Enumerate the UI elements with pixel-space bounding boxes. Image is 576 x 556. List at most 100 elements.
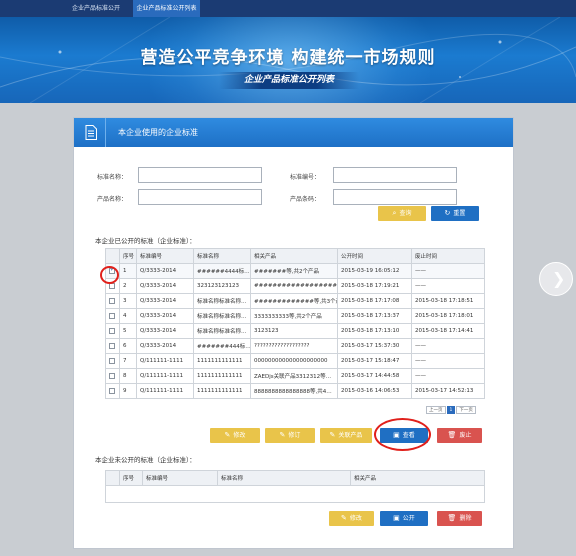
row-product: #############等,共3个产品 — [250, 293, 338, 309]
row-name: 标准名称标准名称… — [193, 323, 251, 339]
row-checkbox-cell — [105, 368, 120, 384]
header-publish-time: 公开时间 — [337, 248, 412, 264]
banner-subtitle: 企业产品标准公开列表 — [219, 72, 359, 89]
row-checkbox[interactable] — [109, 372, 115, 379]
row-name: 1111111111111 — [193, 368, 251, 384]
highlight-circle-checkbox — [100, 266, 119, 284]
delete-button[interactable]: 🗑 删除 — [437, 511, 482, 526]
product-name-input[interactable] — [138, 189, 262, 205]
row-publish-time: 2015-03-17 15:37:30 — [337, 338, 412, 354]
row-publish-time: 2015-03-18 17:19:21 — [337, 278, 412, 294]
row-no: 4 — [119, 308, 137, 324]
row-checkbox-cell — [105, 353, 120, 369]
publish-button-label: 公开 — [402, 515, 415, 522]
header-no: 序号 — [119, 248, 137, 264]
trash-icon: 🗑 — [447, 514, 457, 522]
chevron-right-icon: ❯ — [552, 269, 566, 288]
table-row[interactable]: 1Q/3333-2014######4444标…#######等,共2个产品20… — [105, 263, 485, 279]
standard-no-input[interactable] — [333, 167, 457, 183]
table-row[interactable]: 6 Q/3333-2014 #######444标…????????????????… — [105, 338, 485, 354]
pager-prev[interactable]: 上一页 — [426, 406, 446, 414]
row-abolish-time: 2015-03-18 17:18:01 — [411, 308, 485, 324]
row-code: Q/111111-1111 — [136, 383, 194, 399]
table-row[interactable]: 9 Q/111111-1111 1111111111111 8888888888888… — [105, 383, 485, 399]
pencil-icon: ✎ — [329, 431, 336, 439]
trash-icon: 🗑 — [447, 431, 457, 439]
publish-button[interactable]: ▣ 公开 — [380, 511, 428, 526]
standard-name-label: 标准名称： — [96, 174, 127, 181]
row-name: ######4444标… — [193, 263, 251, 279]
panel-header: 本企业使用的企业标准 — [74, 118, 513, 147]
abolish-button[interactable]: 🗑 废止 — [437, 428, 482, 443]
row-code: Q/3333-2014 — [136, 278, 194, 294]
row-product: 8888888888888888等,共4… — [250, 383, 338, 399]
standard-name-input[interactable] — [138, 167, 262, 183]
row-product: ###################### — [250, 278, 338, 294]
row-code: Q/111111-1111 — [136, 353, 194, 369]
row-abolish-time: —— — [411, 278, 485, 294]
row-publish-time: 2015-03-18 17:13:37 — [337, 308, 412, 324]
row-name: 323123123123 — [193, 278, 251, 294]
row-abolish-time: —— — [411, 263, 485, 279]
edit-button-label: 修改 — [233, 432, 246, 439]
unpub-edit-button[interactable]: ✎ 修改 — [329, 511, 374, 526]
row-checkbox[interactable] — [109, 297, 115, 304]
search-icon: ⌕ — [392, 209, 397, 217]
row-checkbox-cell — [105, 308, 120, 324]
header-select — [105, 248, 120, 264]
table-row[interactable]: 3 Q/3333-2014 标准名称标准名称… #############等,共3个产… — [105, 293, 485, 309]
header-product: 相关产品 — [250, 248, 338, 264]
row-name: 1111111111111 — [193, 383, 251, 399]
row-code: Q/3333-2014 — [136, 308, 194, 324]
revise-button[interactable]: ✎ 修订 — [265, 428, 315, 443]
banner: 营造公平竞争环境 构建统一市场规则 企业产品标准公开列表 — [0, 17, 576, 103]
abolish-button-label: 废止 — [459, 432, 472, 439]
row-no: 8 — [119, 368, 137, 384]
tab-standard-public-list[interactable]: 企业产品标准公开列表 — [133, 0, 200, 17]
refresh-icon: ↻ — [444, 209, 451, 217]
tab-standard-public[interactable]: 企业产品标准公开 — [62, 0, 130, 17]
table-row[interactable]: 4 Q/3333-2014 标准名称标准名称… 3333333333等,共2个产品 20… — [105, 308, 485, 324]
row-checkbox[interactable] — [109, 387, 115, 394]
row-product: 000000000000000000000 — [250, 353, 338, 369]
table-row[interactable]: 7 Q/111111-1111 1111111111111 0000000000000… — [105, 353, 485, 369]
row-no: 5 — [119, 323, 137, 339]
row-product: 3333333333等,共2个产品 — [250, 308, 338, 324]
row-checkbox[interactable] — [109, 357, 115, 364]
row-abolish-time: —— — [411, 353, 485, 369]
next-page-arrow[interactable]: ❯ — [539, 262, 573, 296]
highlight-circle-view — [374, 418, 431, 451]
row-code: Q/3333-2014 — [136, 263, 194, 279]
row-product: 3123123 — [250, 323, 338, 339]
row-abolish-time: —— — [411, 368, 485, 384]
table-row[interactable]: 8 Q/111111-1111 1111111111111 ZAEDjs关联产品331… — [105, 368, 485, 384]
table-row[interactable]: 2 Q/3333-2014 323123123123 ################… — [105, 278, 485, 294]
edit-button[interactable]: ✎ 修改 — [210, 428, 260, 443]
related-products-button[interactable]: ✎ 关联产品 — [320, 428, 372, 443]
reset-button[interactable]: ↻ 重置 — [431, 206, 479, 221]
row-abolish-time: 2015-03-18 17:18:51 — [411, 293, 485, 309]
pencil-icon: ✎ — [224, 431, 231, 439]
query-button[interactable]: ⌕ 查询 — [378, 206, 426, 221]
row-code: Q/3333-2014 — [136, 338, 194, 354]
row-no: 1 — [119, 263, 137, 279]
standards-panel: 本企业使用的企业标准 标准名称： 标准编号： 产品名称： 产品条码： ⌕ 查询 ↻… — [73, 117, 514, 549]
header-code: 标准编号 — [136, 248, 194, 264]
row-checkbox[interactable] — [109, 312, 115, 319]
pager: 上一页 1 下一页 — [425, 406, 476, 415]
row-checkbox[interactable] — [109, 342, 115, 349]
row-no: 3 — [119, 293, 137, 309]
pager-current[interactable]: 1 — [446, 406, 456, 414]
row-checkbox-cell — [105, 338, 120, 354]
pager-next[interactable]: 下一页 — [456, 406, 476, 414]
unpub-header-no: 序号 — [119, 470, 143, 486]
row-abolish-time: 2015-03-18 17:14:41 — [411, 323, 485, 339]
table-row[interactable]: 5 Q/3333-2014 标准名称标准名称… 3123123 2015-03-18 1… — [105, 323, 485, 339]
unpub-header-product: 相关产品 — [350, 470, 485, 486]
pencil-icon: ✎ — [279, 431, 286, 439]
row-abolish-time: —— — [411, 338, 485, 354]
product-code-input[interactable] — [333, 189, 457, 205]
standard-no-label: 标准编号： — [289, 174, 320, 181]
row-checkbox-cell — [105, 293, 120, 309]
row-checkbox[interactable] — [109, 327, 115, 334]
